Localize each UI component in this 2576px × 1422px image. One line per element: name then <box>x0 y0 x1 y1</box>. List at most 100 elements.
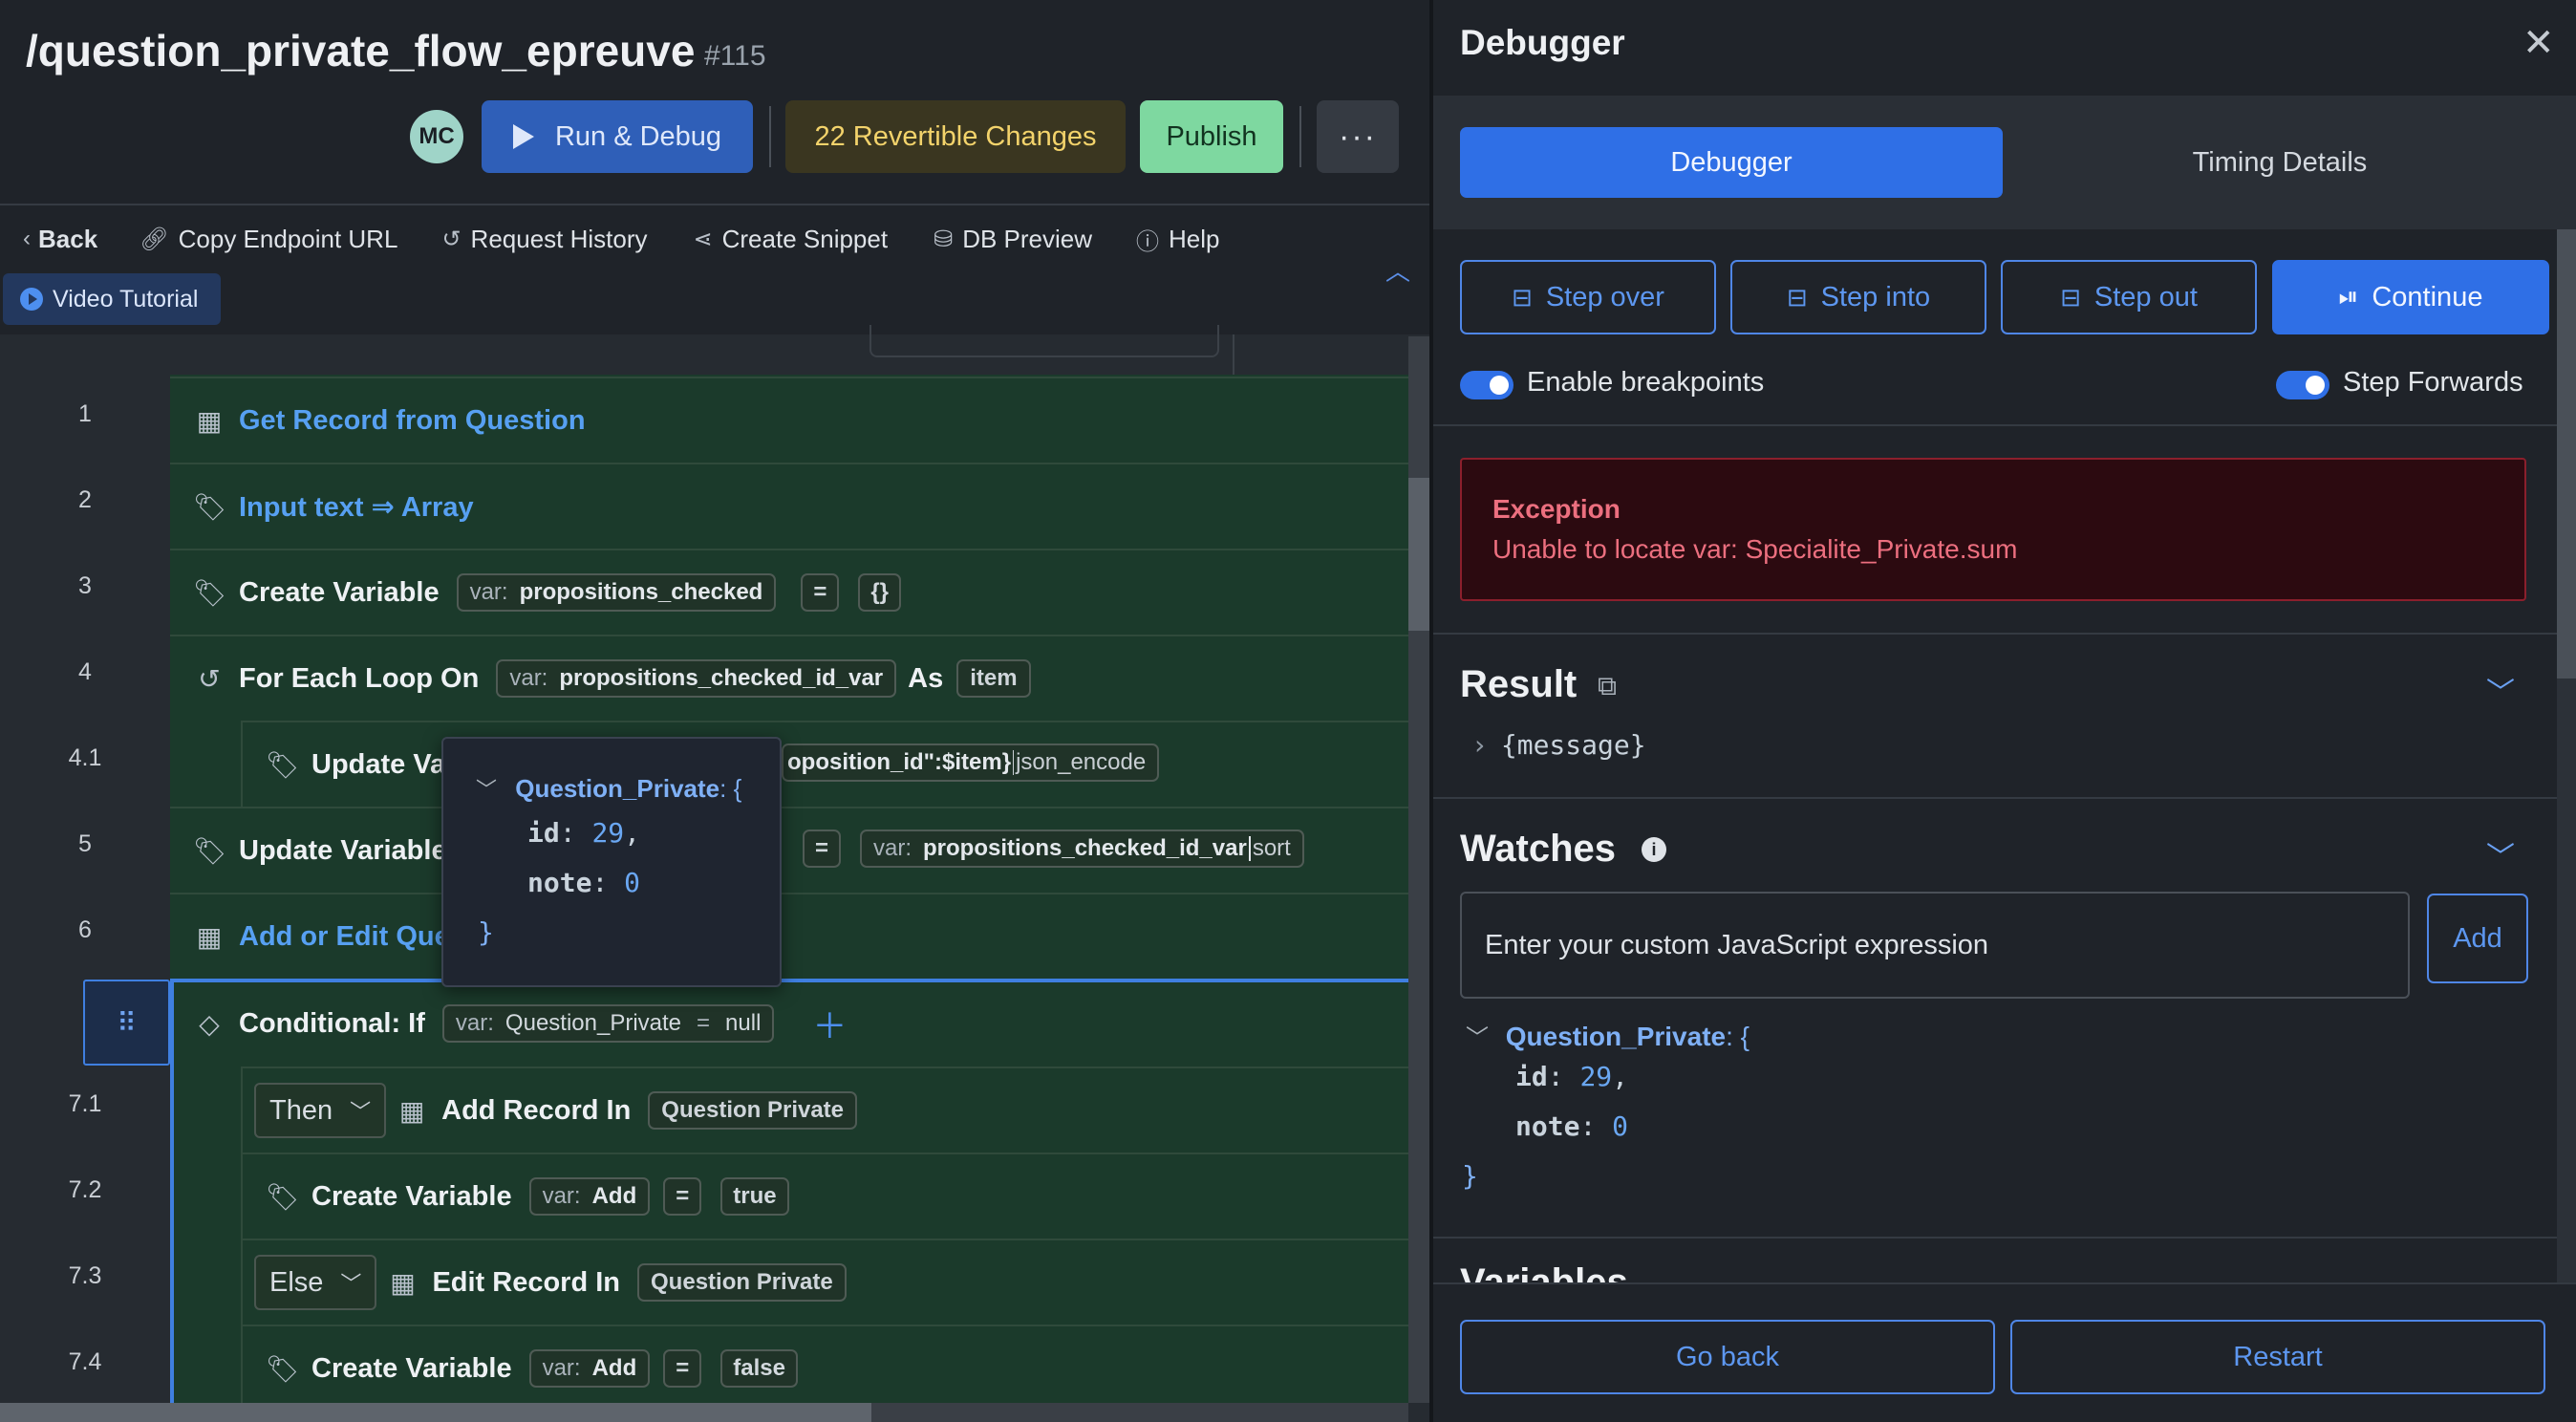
line-number: 7.4 <box>68 1348 102 1375</box>
variable-chip[interactable]: var: propositions_checked_id_var sort <box>860 830 1304 868</box>
step-row[interactable]: ▦ Add or Edit Que <box>170 893 1408 979</box>
step-row[interactable]: 🏷︎ Update Variable = var: propositions_c… <box>170 807 1408 893</box>
video-tutorial-button[interactable]: Video Tutorial <box>3 273 221 325</box>
go-back-button[interactable]: Go back <box>1460 1320 1995 1394</box>
step-row[interactable]: ↺ For Each Loop On var: propositions_che… <box>170 635 1408 721</box>
tag-icon: 🏷︎ <box>266 1181 300 1212</box>
step-row[interactable]: 🏷︎ Create Variable var: Add = false <box>241 1325 1408 1411</box>
add-watch-button[interactable]: Add <box>2427 894 2528 983</box>
operator-chip: = <box>663 1177 702 1216</box>
section-divider <box>1433 424 2557 426</box>
value-chip[interactable]: true <box>720 1177 789 1216</box>
info-icon[interactable]: i <box>1642 837 1666 862</box>
editor-horizontal-scroll-thumb[interactable] <box>0 1403 871 1422</box>
line-number: 1 <box>78 400 92 427</box>
watch-object-header[interactable]: ﹀ Question_Private: { <box>1466 1019 1750 1052</box>
divider <box>769 106 771 167</box>
selected-step-indicator <box>170 979 1408 982</box>
more-options-button[interactable]: ··· <box>1317 100 1399 173</box>
step-row[interactable]: Then ﹀ ▦ Add Record In Question Private <box>241 1066 1408 1153</box>
help-label: Help <box>1169 224 1220 253</box>
condition-chip[interactable]: var: Question_Private = null <box>441 1004 775 1043</box>
variable-chip[interactable]: var: propositions_checked_id_var <box>496 659 897 698</box>
chevron-down-icon: ﹀ <box>350 1100 372 1124</box>
table-icon: ▦ <box>196 921 223 952</box>
line-number: 6 <box>78 916 92 943</box>
section-divider <box>1433 797 2557 799</box>
close-icon[interactable]: ✕ <box>2522 21 2555 65</box>
conditional-row[interactable]: ◇ Conditional: If var: Question_Private … <box>170 980 1408 1066</box>
tag-icon: 🏷︎ <box>193 835 227 866</box>
item-chip[interactable]: item <box>956 659 1031 698</box>
step-title: Create Variable <box>311 1180 512 1212</box>
share-icon: ⋖ <box>693 226 713 252</box>
run-debug-button[interactable]: Run & Debug <box>482 100 753 173</box>
step-row[interactable]: Else ﹀ ▦ Edit Record In Question Private <box>241 1239 1408 1325</box>
variable-chip[interactable]: var: Add <box>528 1177 651 1216</box>
tag-icon: 🏷︎ <box>193 577 227 608</box>
db-preview-button[interactable]: ⛁ DB Preview <box>934 225 1092 254</box>
watches-collapse-chevron-icon[interactable]: ﹀ <box>2486 833 2515 875</box>
value-chip[interactable]: false <box>720 1349 798 1388</box>
line-number: 7.1 <box>68 1090 102 1117</box>
drag-handle-icon[interactable]: ⠿ <box>83 980 170 1066</box>
debugger-vertical-scroll-thumb[interactable] <box>2557 229 2576 679</box>
copy-icon[interactable]: ⧉ <box>1598 671 1617 702</box>
branch-dropdown[interactable]: Else ﹀ <box>254 1255 377 1310</box>
request-history-button[interactable]: ↺ Request History <box>441 225 647 254</box>
chevron-up-icon[interactable]: ︿ <box>1385 252 1410 288</box>
request-history-label: Request History <box>470 224 648 253</box>
step-over-icon: ⊟ <box>1512 282 1533 312</box>
continue-icon: ⏯ <box>2338 282 2359 311</box>
watch-expression-input[interactable] <box>1460 892 2410 999</box>
step-row[interactable]: 🏷︎ Input text ⇒ Array <box>170 463 1408 549</box>
result-collapse-chevron-icon[interactable]: ﹀ <box>2486 669 2515 711</box>
continue-button[interactable]: ⏯ Continue <box>2272 260 2549 334</box>
variable-chip[interactable]: var: propositions_checked <box>456 573 777 612</box>
info-icon: ⓘ <box>1136 228 1160 255</box>
step-into-button[interactable]: ⊟ Step into <box>1730 260 1986 334</box>
chevron-down-icon: ﹀ <box>476 778 498 802</box>
publish-button[interactable]: Publish <box>1140 100 1283 173</box>
step-title: Edit Record In <box>432 1266 621 1298</box>
tab-debugger[interactable]: Debugger <box>1460 127 2003 198</box>
value-chip[interactable]: oposition_id":$item} json_encode <box>782 743 1160 782</box>
revertible-changes-button[interactable]: 22 Revertible Changes <box>785 100 1126 173</box>
variable-chip[interactable]: var: Add <box>528 1349 651 1388</box>
branch-dropdown[interactable]: Then ﹀ <box>254 1083 387 1138</box>
copy-endpoint-button[interactable]: 🔗︎ Copy Endpoint URL <box>140 225 397 254</box>
add-condition-icon[interactable]: ＋ <box>812 999 847 1048</box>
function-stack-panel: /question_private_flow_epreuve #115 MC R… <box>0 0 1429 1422</box>
step-out-button[interactable]: ⊟ Step out <box>2001 260 2257 334</box>
result-value[interactable]: › {message} <box>1471 729 1646 761</box>
restart-button[interactable]: Restart <box>2010 1320 2545 1394</box>
step-forwards-toggle[interactable] <box>2276 371 2329 399</box>
help-button[interactable]: ⓘ Help <box>1136 223 1219 256</box>
chevron-right-icon: › <box>1471 729 1488 761</box>
watches-title: Watches <box>1460 828 1617 870</box>
step-row[interactable]: ▦ Get Record from Question <box>170 377 1408 463</box>
copy-endpoint-label: Copy Endpoint URL <box>178 224 398 253</box>
step-over-button[interactable]: ⊟ Step over <box>1460 260 1716 334</box>
step-title: Input text ⇒ Array <box>239 491 474 523</box>
step-out-icon: ⊟ <box>2060 282 2081 312</box>
editor-vertical-scroll-thumb[interactable] <box>1408 478 1429 631</box>
avatar[interactable]: MC <box>410 110 463 163</box>
video-tutorial-label: Video Tutorial <box>53 285 199 312</box>
step-row[interactable]: 🏷︎ Update Va oposition_id":$item} json_en… <box>241 721 1408 807</box>
step-row[interactable]: 🏷︎ Create Variable var: Add = true <box>241 1153 1408 1239</box>
enable-breakpoints-toggle[interactable] <box>1460 371 1513 399</box>
loop-icon: ↺ <box>198 663 221 694</box>
table-chip[interactable]: Question Private <box>637 1263 847 1302</box>
step-row[interactable]: 🏷︎ Create Variable var: propositions_che… <box>170 549 1408 635</box>
line-number: 5 <box>78 830 92 857</box>
table-chip[interactable]: Question Private <box>648 1091 858 1130</box>
create-snippet-button[interactable]: ⋖ Create Snippet <box>694 225 889 254</box>
tab-timing-details[interactable]: Timing Details <box>2010 127 2549 198</box>
back-button[interactable]: ‹ Back <box>23 225 97 254</box>
link-icon: 🔗︎ <box>140 226 169 252</box>
value-chip[interactable]: {} <box>858 573 902 612</box>
popup-object-header[interactable]: ﹀ Question_Private: { <box>476 773 741 804</box>
tag-icon: 🏷︎ <box>266 749 300 780</box>
watch-entry: id: 29, <box>1515 1061 1629 1092</box>
